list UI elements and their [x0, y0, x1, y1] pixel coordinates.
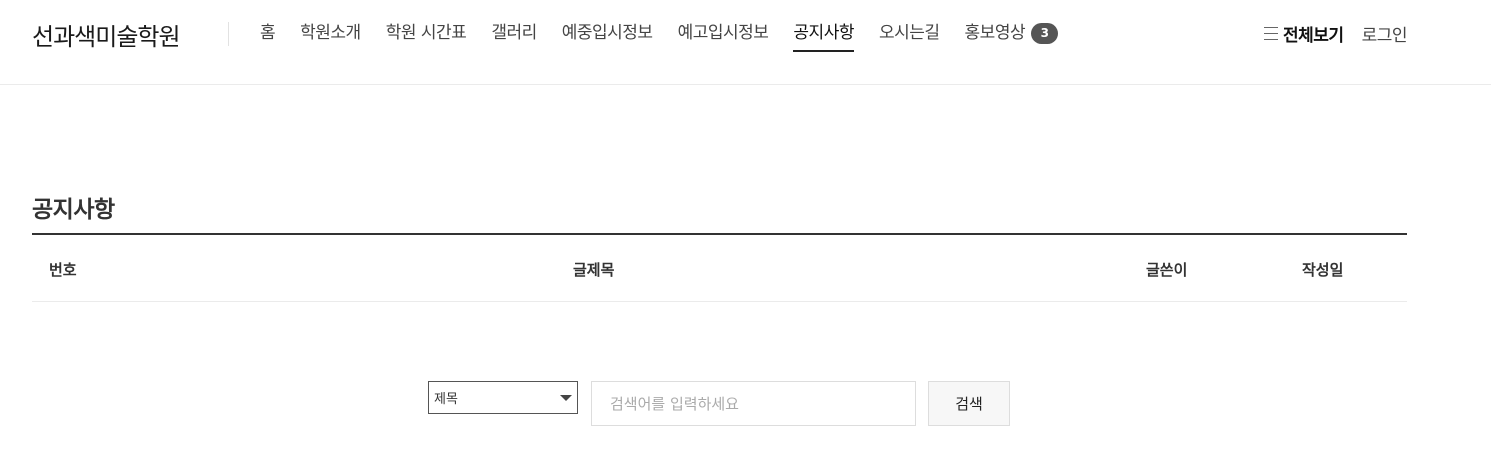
search-input[interactable] — [591, 381, 916, 426]
page-title: 공지사항 — [32, 197, 115, 223]
search-field-select[interactable]: 제목 — [428, 381, 578, 414]
search-button[interactable]: 검색 — [928, 381, 1010, 426]
nav-item-high-school-admission[interactable]: 예고입시정보 — [678, 21, 769, 51]
notice-table: 번호 글제목 글쓴이 작성일 — [32, 233, 1407, 302]
column-header-title: 글제목 — [573, 261, 615, 279]
column-header-writer: 글쓴이 — [1146, 261, 1188, 279]
table-header-row: 번호 글제목 글쓴이 작성일 — [32, 235, 1407, 302]
nav-item-timetable[interactable]: 학원 시간표 — [386, 21, 467, 51]
login-link[interactable]: 로그인 — [1362, 21, 1408, 46]
hamburger-icon — [1264, 26, 1279, 40]
nav-item-notice[interactable]: 공지사항 — [793, 21, 854, 52]
nav-item-home[interactable]: 홈 — [260, 21, 276, 51]
nav-item-promo-video[interactable]: 홍보영상 3 — [965, 21, 1059, 51]
logo-divider — [228, 22, 229, 46]
main-nav: 홈 학원소개 학원 시간표 갤러리 예중입시정보 예고입시정보 공지사항 오시는… — [260, 21, 1083, 52]
nav-item-gallery[interactable]: 갤러리 — [491, 21, 537, 51]
nav-item-middle-school-admission[interactable]: 예중입시정보 — [562, 21, 653, 51]
caret-down-icon — [560, 395, 572, 401]
nav-item-about[interactable]: 학원소개 — [300, 21, 361, 51]
all-menu-button[interactable]: 전체보기 — [1264, 21, 1344, 46]
header-right: 전체보기 로그인 — [1264, 21, 1408, 46]
column-header-date: 작성일 — [1302, 261, 1344, 279]
site-header: 선과색미술학원 홈 학원소개 학원 시간표 갤러리 예중입시정보 예고입시정보 … — [0, 0, 1491, 85]
column-header-number: 번호 — [49, 261, 77, 279]
site-logo[interactable]: 선과색미술학원 — [32, 17, 181, 52]
nav-item-directions[interactable]: 오시는길 — [879, 21, 940, 51]
promo-video-count-badge: 3 — [1031, 23, 1059, 44]
